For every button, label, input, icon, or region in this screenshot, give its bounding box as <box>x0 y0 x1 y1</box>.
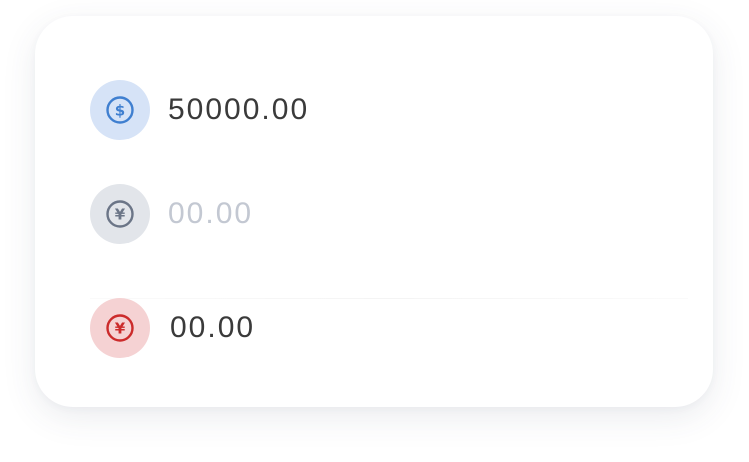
svg-text:¥: ¥ <box>115 320 126 338</box>
yuan-icon: ¥ <box>90 184 150 244</box>
balance-row-usd[interactable]: $ 50000.00 <box>90 80 309 140</box>
svg-text:$: $ <box>115 102 125 120</box>
svg-text:¥: ¥ <box>115 206 126 224</box>
balance-row-cny-grey[interactable]: ¥ 00.00 <box>90 184 253 244</box>
cny-amount-placeholder: 00.00 <box>168 197 254 230</box>
usd-amount: 50000.00 <box>168 93 310 126</box>
yuan-icon: ¥ <box>90 298 150 358</box>
balance-card: $ 50000.00 ¥ 00.00 ¥ 00.00 <box>35 16 713 407</box>
dollar-icon: $ <box>90 80 150 140</box>
cny-amount: 00.00 <box>170 311 256 344</box>
balance-row-cny-red[interactable]: ¥ 00.00 <box>90 298 255 358</box>
